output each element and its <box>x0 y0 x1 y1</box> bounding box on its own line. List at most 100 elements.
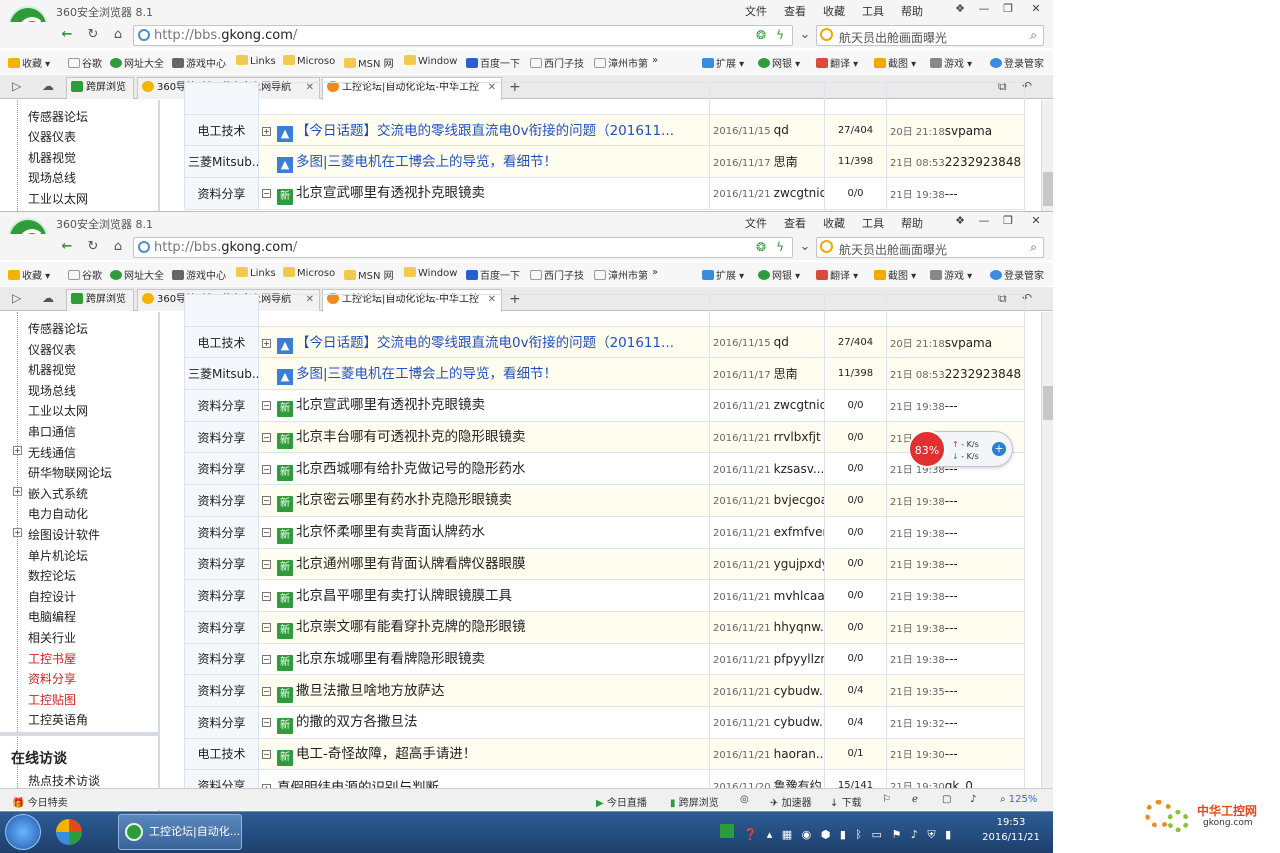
online-interview-item[interactable]: 热点技术访谈 <box>28 772 100 789</box>
thread-category[interactable]: 资料分享 <box>184 177 259 210</box>
bookmark-favorites[interactable]: 收藏 ▾ <box>8 267 50 282</box>
bookmark-zhangzhou[interactable]: 漳州市第 <box>594 267 648 282</box>
tab-cross-screen[interactable]: 跨屏浏览 <box>66 77 134 99</box>
thread-title[interactable]: 北京昌平哪里有卖打认牌眼镜膜工具 <box>296 588 512 604</box>
ie-icon[interactable]: ℯ <box>912 794 918 805</box>
table-row[interactable]: 资料分享−新北京怀柔哪里有卖背面认牌药水2016/11/21exfmfvera0… <box>184 515 1025 549</box>
search-icon[interactable]: ⌕ <box>1030 28 1037 43</box>
taskbar-pinned-app-icon[interactable] <box>52 815 92 849</box>
status-download[interactable]: ↓ 下载 <box>830 794 862 809</box>
thread-author[interactable]: bvjecgoak <box>774 493 824 507</box>
thread-title[interactable]: 北京丰台哪有可透视扑克的隐形眼镜卖 <box>296 429 526 445</box>
sidebar-item[interactable]: 电脑编程 <box>28 608 76 625</box>
thread-category[interactable]: 资料分享 <box>184 420 259 454</box>
bookmark-links[interactable]: Links <box>236 55 276 67</box>
last-post-user[interactable]: --- <box>945 557 958 571</box>
table-row[interactable]: 资料分享−新北京宣武哪里有透视扑克眼镜卖2016/11/21zwcgtniqi0… <box>184 389 1025 422</box>
expand-toggle-icon[interactable]: − <box>262 401 271 411</box>
thread-title[interactable]: 北京宣武哪里有透视扑克眼镜卖 <box>296 397 485 413</box>
thread-title[interactable]: 【今日话题】交流电的零线跟直流电0v衔接的问题（201611... <box>296 335 674 351</box>
last-post-user[interactable]: --- <box>945 399 958 413</box>
close-button[interactable]: ✕ <box>1024 0 1048 18</box>
extension-login[interactable]: 登录管家 <box>990 55 1044 70</box>
table-row[interactable]: 资料分享 − 新北京东城哪里有看牌隐形眼镜卖 2016/11/21 pfpyyllzn 0… <box>184 642 1025 676</box>
bookmark-msn[interactable]: MSN 网 <box>344 55 394 70</box>
tray-battery-icon[interactable]: ▮ <box>945 828 951 841</box>
thread-title[interactable]: 多图|三菱电机在工博会上的导览，看细节！ <box>296 366 557 382</box>
menu-favorites[interactable]: 收藏 <box>823 3 845 19</box>
bookmark-msn[interactable]: MSN 网 <box>344 267 394 282</box>
thread-author[interactable]: mvhlcaatc <box>774 589 824 603</box>
sidebar-item-sensor[interactable]: 传感器论坛 <box>28 108 88 125</box>
home-icon[interactable]: ⌂ <box>109 238 127 256</box>
skin-icon[interactable]: ❖ <box>948 212 972 230</box>
sidebar-toggle-icon[interactable]: ▷ <box>12 291 21 305</box>
thread-title[interactable]: 【今日话题】交流电的零线跟直流电0v衔接的问题（201611... <box>296 123 674 139</box>
last-post-user[interactable]: --- <box>945 716 958 730</box>
expand-icon[interactable]: + <box>13 445 22 455</box>
sidebar-item[interactable]: 工控英语角 <box>28 711 88 728</box>
extension-bank[interactable]: 网银 ▾ <box>758 55 800 70</box>
thread-author[interactable]: rrvlbxfjt <box>774 430 821 444</box>
thread-title[interactable]: 撒旦法撒旦啥地方放萨达 <box>296 683 445 699</box>
last-post-user[interactable]: --- <box>945 652 958 666</box>
menu-help[interactable]: 帮助 <box>901 215 923 231</box>
thread-title-cell[interactable]: − 新北京通州哪里有背面认牌看牌仪器眼膜 <box>258 547 710 581</box>
thread-title[interactable]: 北京东城哪里有看牌隐形眼镜卖 <box>296 651 485 667</box>
thread-category[interactable]: 三菱Mitsub... <box>184 357 259 391</box>
status-live[interactable]: ▶ 今日直播 <box>596 794 647 809</box>
thread-category[interactable]: 电工技术 <box>184 325 259 359</box>
tray-bluetooth-icon[interactable]: ᛒ <box>855 828 862 841</box>
lightning-icon[interactable]: ϟ <box>776 28 784 42</box>
thread-title-cell[interactable]: − 新北京崇文哪有能看穿扑克牌的隐形眼镜 <box>258 610 710 644</box>
bookmark-baidu[interactable]: 百度一下 <box>466 55 520 70</box>
zoom-level[interactable]: ⌕ 125% <box>1000 794 1037 805</box>
tray-shield-icon[interactable]: ◉ <box>802 828 812 841</box>
extension-bank[interactable]: 网银 ▾ <box>758 267 800 282</box>
lightning-icon[interactable]: ϟ <box>776 240 784 254</box>
skin-icon[interactable]: ❖ <box>948 0 972 18</box>
table-row[interactable]: 资料分享 − 新北京崇文哪有能看穿扑克牌的隐形眼镜 2016/11/21 hhyqnw.… <box>184 610 1025 644</box>
tray-app-icon[interactable] <box>720 824 734 838</box>
table-row[interactable]: 电工技术 − 新电工-奇怪故障，超高手请进！ 2016/11/21 haoran... 0… <box>184 737 1025 771</box>
tray-flag-icon[interactable]: ⚑ <box>891 828 901 841</box>
maximize-button[interactable]: ❐ <box>996 0 1020 18</box>
plus-icon[interactable]: + <box>992 442 1006 456</box>
menu-view[interactable]: 查看 <box>784 3 806 19</box>
table-row[interactable]: 电工技术 + ▲ 【今日话题】交流电的零线跟直流电0v衔接的问题（201611... 2… <box>184 113 1025 147</box>
sidebar-item[interactable]: + 无线通信 <box>13 444 76 461</box>
thread-title-cell[interactable]: ▲ 多图|三菱电机在工博会上的导览，看细节！ <box>258 357 710 391</box>
status-accelerator[interactable]: ✈ 加速器 <box>770 794 812 809</box>
last-post-user[interactable]: --- <box>945 747 958 761</box>
thread-author[interactable]: pfpyyllzn <box>774 652 824 666</box>
extension-screenshot[interactable]: 截图 ▾ <box>874 55 916 70</box>
scrollbar-thumb[interactable] <box>1043 386 1053 420</box>
sidebar-toggle-icon[interactable]: ▷ <box>12 79 21 93</box>
last-post-user[interactable]: 2232923848 <box>945 367 1021 381</box>
tray-security-icon[interactable]: ⬢ <box>821 828 831 841</box>
thread-author[interactable]: cybudw... <box>774 715 824 729</box>
table-row[interactable]: 资料分享 − 新北京西城哪有给扑克做记号的隐形药水 2016/11/21 kzsasv.… <box>184 452 1025 486</box>
thread-title-cell[interactable]: − 新北京宣武哪里有透视扑克眼镜卖 <box>258 389 710 422</box>
bookmark-baidu[interactable]: 百度一下 <box>466 267 520 282</box>
expand-toggle-icon[interactable]: − <box>262 686 271 696</box>
search-box[interactable]: 航天员出舱画面曝光 ⌕ <box>816 237 1044 258</box>
last-post-user[interactable]: --- <box>945 621 958 635</box>
expand-toggle-icon[interactable]: − <box>262 749 271 759</box>
bookmark-microsoft[interactable]: Microso <box>283 267 335 279</box>
refresh-icon[interactable]: ↻ <box>84 238 102 256</box>
sidebar-item[interactable]: + 嵌入式系统 <box>13 485 88 502</box>
thread-author[interactable]: qd <box>774 335 789 349</box>
thread-title-cell[interactable]: − 新北京怀柔哪里有卖背面认牌药水 <box>258 515 710 549</box>
last-post-user[interactable]: --- <box>945 589 958 603</box>
address-dropdown-icon[interactable]: ⌄ <box>796 26 814 44</box>
sidebar-item[interactable]: 自控设计 <box>28 588 76 605</box>
back-icon[interactable]: ← <box>58 238 76 256</box>
thread-category[interactable]: 资料分享 <box>184 705 259 739</box>
bookmark-favorites[interactable]: 收藏 ▾ <box>8 55 50 70</box>
thread-title[interactable]: 北京通州哪里有背面认牌看牌仪器眼膜 <box>296 556 526 572</box>
last-post-user[interactable]: 2232923848 <box>945 155 1021 169</box>
sidebar-item[interactable]: + 绘图设计软件 <box>13 526 100 543</box>
extension-extend[interactable]: 扩展 ▾ <box>702 55 744 70</box>
sidebar-item[interactable]: 工控书屋 <box>28 650 76 667</box>
